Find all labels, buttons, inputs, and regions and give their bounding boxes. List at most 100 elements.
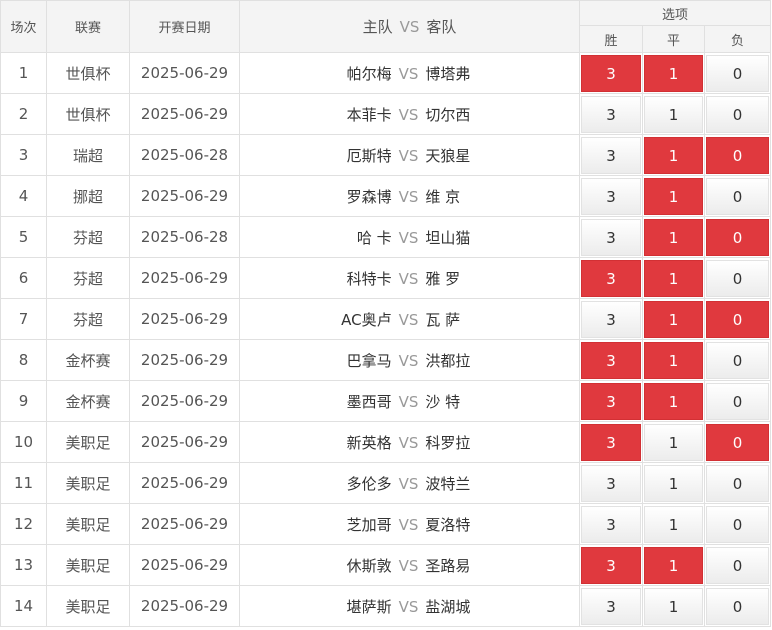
vs-label: VS	[398, 228, 419, 247]
home-team: 堪萨斯	[346, 597, 392, 616]
option-draw-button[interactable]: 1	[644, 505, 703, 543]
option-win-cell: 3	[579, 175, 643, 217]
option-win-button[interactable]: 3	[581, 259, 641, 297]
option-draw-button[interactable]: 1	[644, 177, 703, 215]
header-vs: VS	[399, 18, 420, 36]
option-lose-button[interactable]: 0	[706, 95, 770, 133]
option-draw-button[interactable]: 1	[644, 587, 703, 625]
option-lose-button[interactable]: 0	[706, 341, 770, 379]
option-win-button[interactable]: 3	[581, 423, 641, 461]
option-lose-button[interactable]: 0	[706, 218, 770, 256]
option-win-cell: 3	[579, 93, 643, 135]
option-draw-button[interactable]: 1	[644, 546, 703, 584]
match-teams: 墨西哥 VS 沙 特	[239, 380, 580, 422]
match-row: 8 金杯赛 2025-06-29 巴拿马 VS 洪都拉 3 1 0	[0, 339, 772, 381]
match-teams: 休斯敦 VS 圣路易	[239, 544, 580, 586]
match-date: 2025-06-29	[129, 175, 240, 217]
option-lose-cell: 0	[703, 93, 772, 135]
match-teams: 帕尔梅 VS 博塔弗	[239, 52, 580, 94]
option-draw-button[interactable]: 1	[644, 382, 703, 420]
vs-label: VS	[398, 474, 419, 493]
option-win-button[interactable]: 3	[581, 341, 641, 379]
option-draw-button[interactable]: 1	[644, 423, 703, 461]
match-date: 2025-06-29	[129, 503, 240, 545]
option-lose-cell: 0	[703, 175, 772, 217]
match-row: 7 芬超 2025-06-29 AC奥卢 VS 瓦 萨 3 1 0	[0, 298, 772, 340]
option-lose-button[interactable]: 0	[706, 300, 770, 338]
option-lose-button[interactable]: 0	[706, 382, 770, 420]
option-win-button[interactable]: 3	[581, 382, 641, 420]
option-draw-button[interactable]: 1	[644, 136, 703, 174]
match-league: 芬超	[46, 298, 130, 340]
away-team: 科罗拉	[425, 433, 471, 452]
option-lose-button[interactable]: 0	[706, 259, 770, 297]
option-win-button[interactable]: 3	[581, 546, 641, 584]
match-date: 2025-06-29	[129, 257, 240, 299]
match-league: 金杯赛	[46, 339, 130, 381]
match-row: 11 美职足 2025-06-29 多伦多 VS 波特兰 3 1 0	[0, 462, 772, 504]
vs-label: VS	[398, 597, 419, 616]
header-away: 客队	[426, 18, 457, 36]
option-win-button[interactable]: 3	[581, 464, 641, 502]
away-team: 天狼星	[425, 146, 471, 165]
option-win-button[interactable]: 3	[581, 300, 641, 338]
option-win-button[interactable]: 3	[581, 136, 641, 174]
option-win-button[interactable]: 3	[581, 95, 641, 133]
option-lose-cell: 0	[703, 52, 772, 94]
away-team: 夏洛特	[425, 515, 471, 534]
option-draw-button[interactable]: 1	[644, 341, 703, 379]
match-date: 2025-06-29	[129, 462, 240, 504]
option-lose-button[interactable]: 0	[706, 546, 770, 584]
option-win-cell: 3	[579, 462, 643, 504]
option-draw-cell: 1	[642, 216, 705, 258]
option-lose-button[interactable]: 0	[706, 136, 770, 174]
home-team: 本菲卡	[346, 105, 392, 124]
option-draw-button[interactable]: 1	[644, 54, 703, 92]
option-draw-button[interactable]: 1	[644, 300, 703, 338]
vs-label: VS	[398, 146, 419, 165]
match-seq: 4	[0, 175, 47, 217]
vs-label: VS	[398, 433, 419, 452]
option-lose-button[interactable]: 0	[706, 177, 770, 215]
option-lose-button[interactable]: 0	[706, 505, 770, 543]
option-lose-cell: 0	[703, 585, 772, 627]
option-lose-button[interactable]: 0	[706, 54, 770, 92]
option-win-button[interactable]: 3	[581, 177, 641, 215]
option-draw-button[interactable]: 1	[644, 464, 703, 502]
match-date: 2025-06-28	[129, 216, 240, 258]
option-lose-button[interactable]: 0	[706, 587, 770, 625]
option-draw-button[interactable]: 1	[644, 218, 703, 256]
match-league: 世俱杯	[46, 52, 130, 94]
match-seq: 14	[0, 585, 47, 627]
away-team: 博塔弗	[425, 64, 471, 83]
option-win-button[interactable]: 3	[581, 54, 641, 92]
match-row: 5 芬超 2025-06-28 哈 卡 VS 坦山猫 3 1 0	[0, 216, 772, 258]
header-draw: 平	[642, 25, 705, 53]
option-lose-cell: 0	[703, 257, 772, 299]
match-date: 2025-06-29	[129, 93, 240, 135]
option-draw-cell: 1	[642, 421, 705, 463]
vs-label: VS	[398, 556, 419, 575]
option-win-button[interactable]: 3	[581, 587, 641, 625]
option-draw-cell: 1	[642, 298, 705, 340]
option-win-cell: 3	[579, 52, 643, 94]
option-lose-cell: 0	[703, 134, 772, 176]
match-seq: 13	[0, 544, 47, 586]
match-date: 2025-06-29	[129, 544, 240, 586]
header-match: 主队 VS 客队	[239, 0, 580, 53]
option-draw-button[interactable]: 1	[644, 259, 703, 297]
vs-label: VS	[398, 515, 419, 534]
match-date: 2025-06-29	[129, 298, 240, 340]
option-lose-button[interactable]: 0	[706, 464, 770, 502]
match-seq: 1	[0, 52, 47, 94]
option-lose-cell: 0	[703, 298, 772, 340]
option-lose-cell: 0	[703, 544, 772, 586]
option-lose-button[interactable]: 0	[706, 423, 770, 461]
option-draw-cell: 1	[642, 134, 705, 176]
option-draw-button[interactable]: 1	[644, 95, 703, 133]
option-lose-cell: 0	[703, 380, 772, 422]
match-table: 场次 联赛 开赛日期 主队 VS 客队 选项 胜 平 负 1 世俱杯 2025-06…	[0, 0, 772, 627]
option-win-button[interactable]: 3	[581, 218, 641, 256]
option-win-button[interactable]: 3	[581, 505, 641, 543]
home-team: 罗森博	[346, 187, 392, 206]
